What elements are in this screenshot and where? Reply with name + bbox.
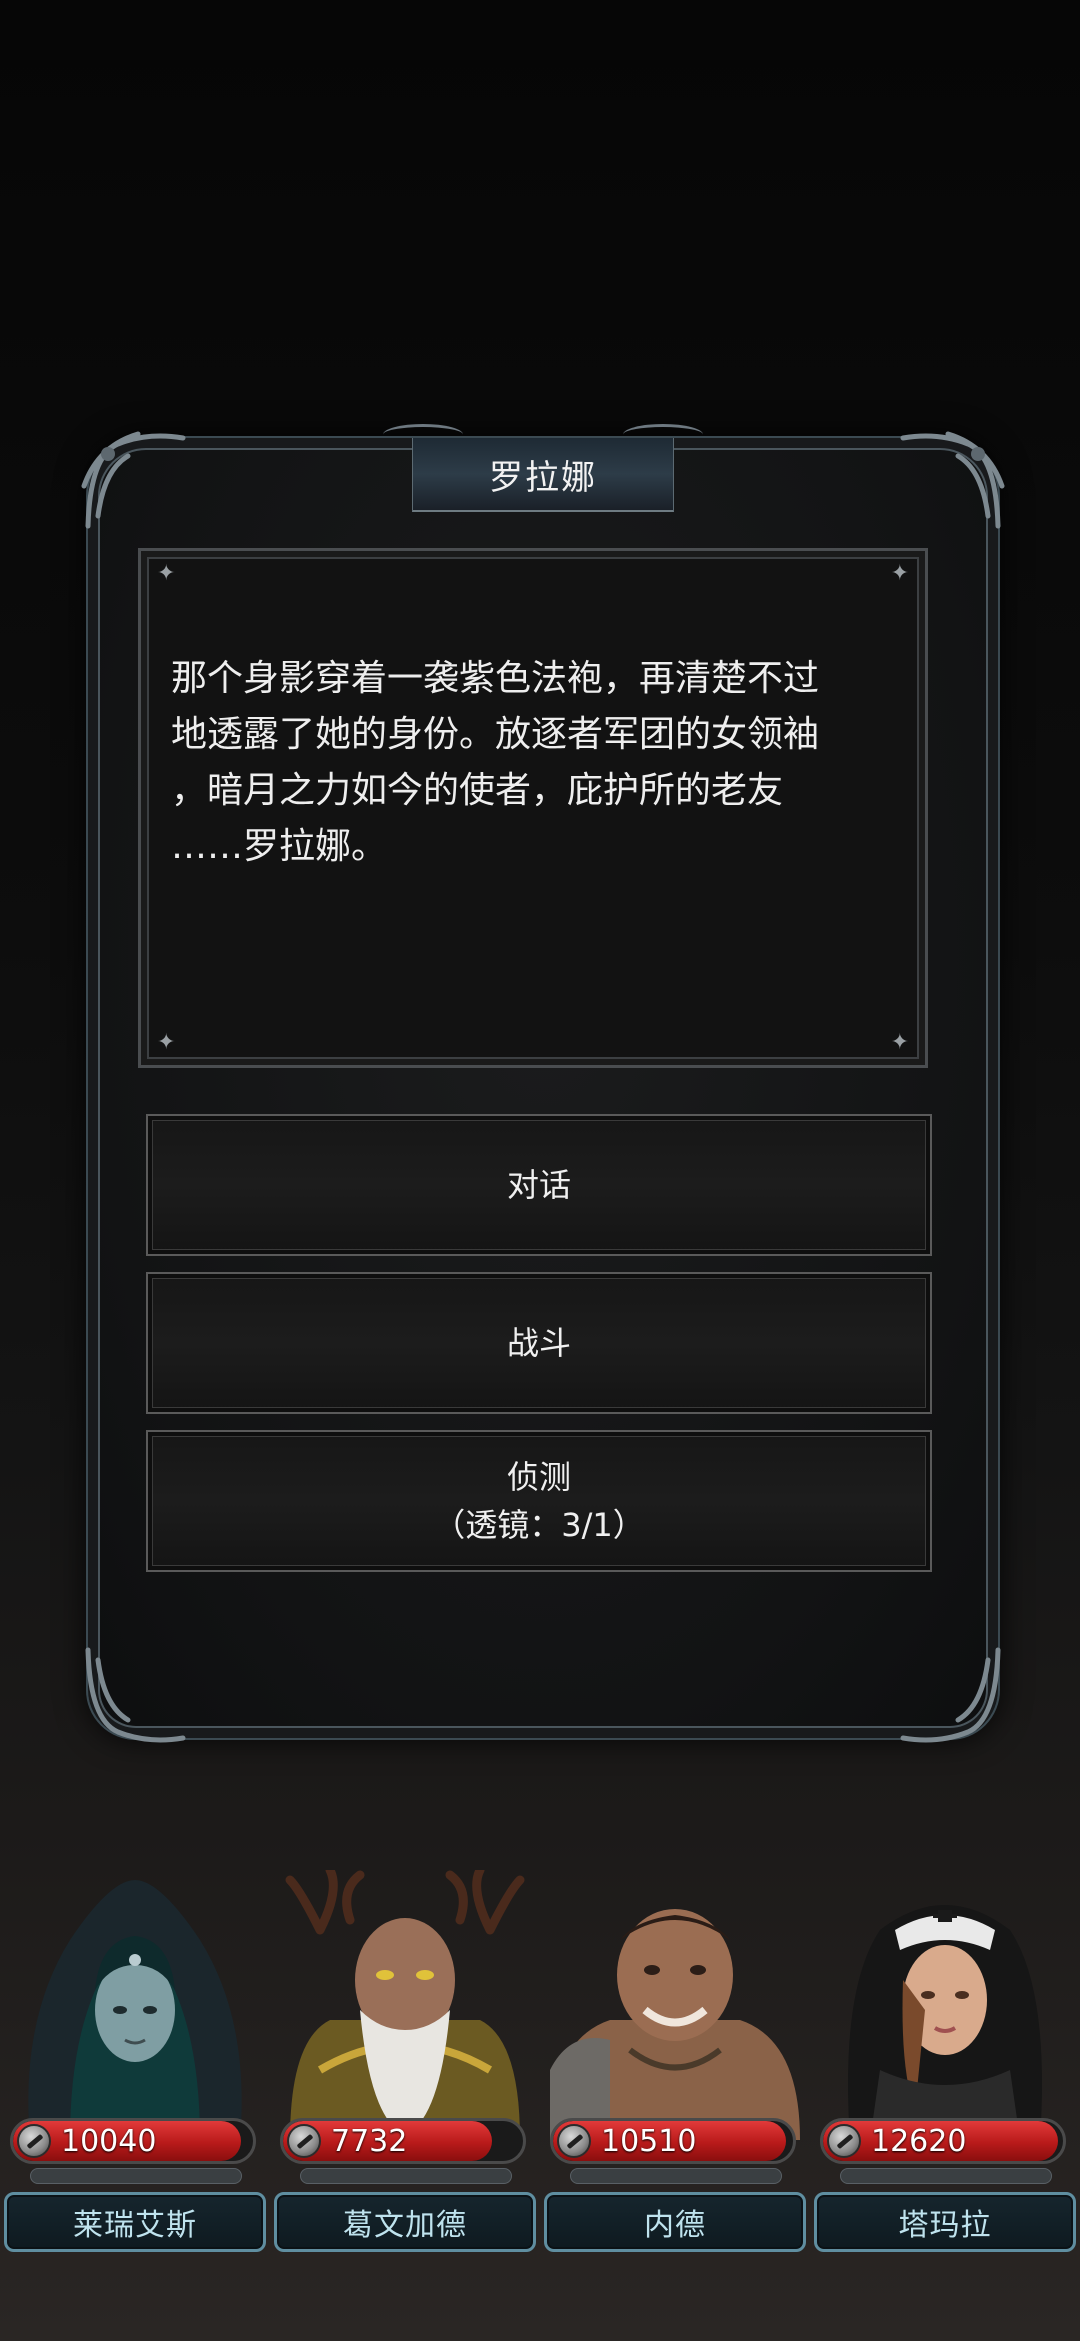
party-bar: 10040 莱瑞艾斯 7732 葛文加德 10510 内德 12620 塔玛拉 [0, 1865, 1080, 2260]
hero-name-plate: 内德 [544, 2192, 806, 2252]
hp-sword-icon [557, 2124, 591, 2158]
option-label: 对话 [506, 1166, 571, 1204]
hero-name: 塔玛拉 [898, 2208, 992, 2243]
secondary-bar [570, 2168, 782, 2184]
hero-portrait [10, 1870, 260, 2140]
dialog-title-plate: 罗拉娜 [383, 424, 703, 512]
event-dialog: 罗拉娜 ✦ ✦ ✦ ✦ 那个身影穿着一袭紫色法袍，再清楚不过 地透露了她的身份。… [81, 424, 1005, 1743]
sparkle-icon: ✦ [890, 1030, 909, 1055]
party-member-1[interactable]: 10040 莱瑞艾斯 [0, 1870, 270, 2260]
secondary-bar [840, 2168, 1052, 2184]
hp-sword-icon [17, 2124, 51, 2158]
detect-option-button[interactable]: 侦测 （透镜：3/1） [146, 1430, 932, 1572]
hero-name: 葛文加德 [343, 2208, 467, 2243]
hero-portrait [820, 1870, 1070, 2140]
hp-value: 10040 [61, 2124, 157, 2159]
hp-sword-icon [827, 2124, 861, 2158]
option-label: 侦测 [506, 1458, 571, 1496]
sparkle-icon: ✦ [157, 561, 176, 586]
secondary-bar [30, 2168, 242, 2184]
party-member-2[interactable]: 7732 葛文加德 [270, 1865, 540, 2260]
hp-bar: 7732 [280, 2118, 526, 2164]
party-member-3[interactable]: 10510 内德 [540, 1870, 810, 2260]
hero-name: 莱瑞艾斯 [73, 2208, 197, 2243]
narrative-panel: ✦ ✦ ✦ ✦ 那个身影穿着一袭紫色法袍，再清楚不过 地透露了她的身份。放逐者军… [138, 548, 928, 1068]
hp-value: 10510 [601, 2124, 697, 2159]
hp-bar: 10510 [550, 2118, 796, 2164]
sparkle-icon: ✦ [890, 561, 909, 586]
hp-value: 12620 [871, 2124, 967, 2159]
party-member-4[interactable]: 12620 塔玛拉 [810, 1870, 1080, 2260]
option-label: 战斗 [506, 1324, 571, 1362]
hp-bar: 12620 [820, 2118, 1066, 2164]
hero-name-plate: 塔玛拉 [814, 2192, 1076, 2252]
corner-ornament-icon [78, 426, 188, 536]
hero-name-plate: 葛文加德 [274, 2192, 536, 2252]
corner-ornament-icon [898, 1640, 1008, 1750]
sparkle-icon: ✦ [157, 1030, 176, 1055]
corner-ornament-icon [898, 426, 1008, 536]
hp-sword-icon [287, 2124, 321, 2158]
hp-value: 7732 [331, 2124, 408, 2159]
narrative-text: 那个身影穿着一袭紫色法袍，再清楚不过 地透露了她的身份。放逐者军团的女领袖 ，暗… [171, 658, 820, 867]
hero-portrait [280, 1865, 530, 2140]
secondary-bar [300, 2168, 512, 2184]
corner-ornament-icon [78, 1640, 188, 1750]
dialog-title: 罗拉娜 [489, 457, 597, 498]
hp-bar: 10040 [10, 2118, 256, 2164]
hero-name: 内德 [644, 2208, 706, 2243]
hero-portrait [550, 1870, 800, 2140]
fight-option-button[interactable]: 战斗 [146, 1272, 932, 1414]
option-sublabel: （透镜：3/1） [433, 1506, 645, 1544]
hero-name-plate: 莱瑞艾斯 [4, 2192, 266, 2252]
talk-option-button[interactable]: 对话 [146, 1114, 932, 1256]
